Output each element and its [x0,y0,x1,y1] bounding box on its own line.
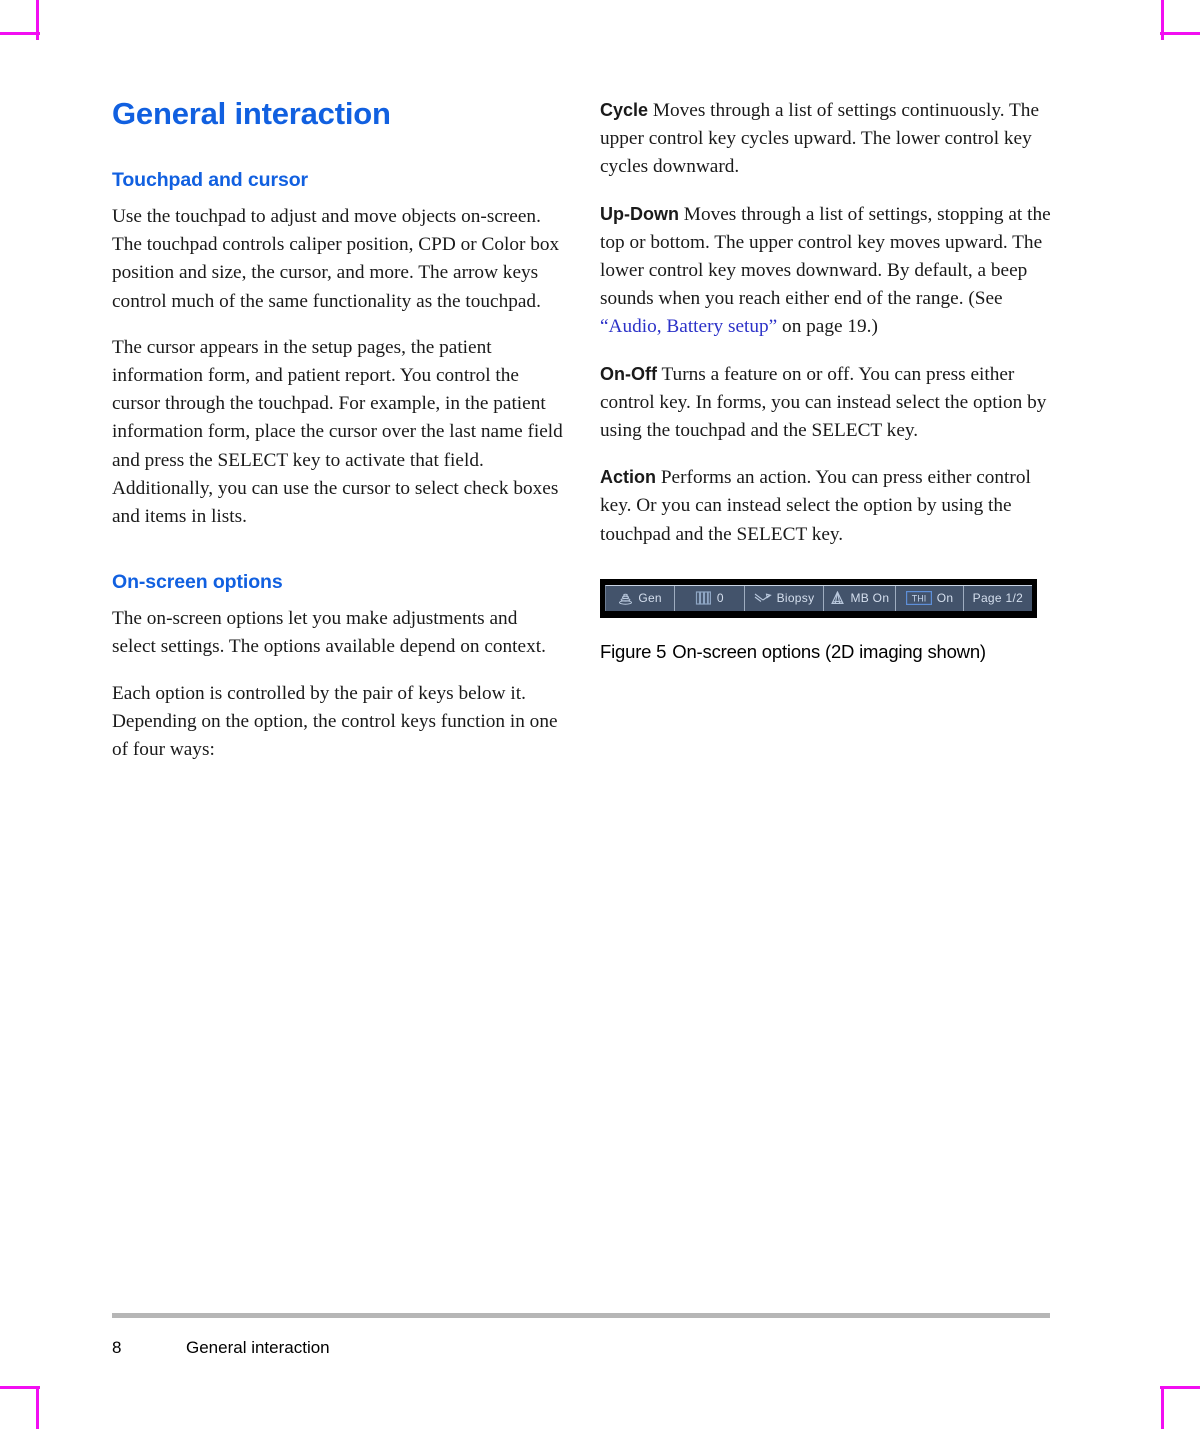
paragraph-onscreen-1: The on-screen options let you make adjus… [112,608,546,658]
biopsy-needle-icon [754,591,772,605]
definition-text-action: Performs an action. You can press either… [600,467,1031,545]
figure-5: Gen 0 Biopsy MB On THI On Page 1/2 Figur… [600,578,1052,664]
document-page: General interaction Touchpad and cursor … [0,0,1200,1429]
crop-mark-top-right-horizontal [1160,32,1200,35]
toolbar-cell-mb[interactable]: MB On [824,585,897,611]
toolbar-cell-page[interactable]: Page 1/2 [964,586,1032,611]
footer-section-title: General interaction [186,1338,330,1357]
definition-on-off: On-Off Turns a feature on or off. You ca… [600,360,1052,446]
onscreen-options-toolbar: Gen 0 Biopsy MB On THI On Page 1/2 [605,584,1032,611]
toolbar-label-mb: MB On [850,591,890,606]
figure-caption-text: On-screen options (2D imaging shown) [672,640,986,662]
figure-caption-number: Figure 5 [600,640,667,662]
figure-caption: Figure 5 On-screen options (2D imaging sh… [600,640,1052,664]
toolbar-label-biopsy: Biopsy [776,591,815,606]
paragraph-touchpad-1: Use the touchpad to adjust and move obje… [112,206,560,312]
onscreen-options-toolbar-image: Gen 0 Biopsy MB On THI On Page 1/2 [600,578,1037,618]
footer-divider [112,1313,1050,1318]
svg-text:THI: THI [911,594,926,604]
page-footer: 8 General interaction [112,1313,1050,1358]
definition-term-on-off: On-Off [600,363,657,384]
crop-mark-bottom-left-horizontal [0,1386,40,1389]
right-column: Cycle Moves through a list of settings c… [600,96,1052,664]
toolbar-cell-biopsy[interactable]: Biopsy [745,585,825,611]
definition-action: Action Performs an action. You can press… [600,463,1052,549]
section-heading-touchpad: Touchpad and cursor [112,169,309,191]
definition-term-action: Action [600,467,656,488]
definition-text-cycle: Moves through a list of settings continu… [600,100,1039,178]
definition-text-up-down-after: on page 19.) [777,316,878,338]
paragraph-onscreen-2: Each option is controlled by the pair of… [112,682,558,761]
toolbar-label-gen: Gen [638,591,662,606]
focal-zones-icon [695,591,712,605]
definition-term-up-down: Up-Down [600,203,679,224]
toolbar-cell-gen[interactable]: Gen [606,585,676,611]
definition-term-cycle: Cycle [600,100,649,120]
footer-page-number: 8 [112,1338,122,1357]
page-title: General interaction [112,96,391,131]
crop-mark-top-left-vertical [36,0,39,40]
cross-reference-audio-battery-setup[interactable]: “Audio, Battery setup” [600,316,777,337]
section-heading-onscreen-options: On-screen options [112,571,283,594]
crop-mark-bottom-left-vertical [36,1389,39,1429]
definition-up-down: Up-Down Moves through a list of settings… [600,200,1052,342]
toolbar-label-thi: On [936,591,954,606]
crop-mark-top-right-vertical [1161,0,1164,40]
definition-cycle: Cycle Moves through a list of settings c… [600,96,1052,182]
footer-content: 8 General interaction [112,1338,1050,1358]
left-column: General interaction Touchpad and cursor … [112,96,564,764]
thi-badge-icon: THI [905,591,932,606]
crop-mark-bottom-right-horizontal [1160,1386,1200,1389]
toolbar-label-focal-zones: 0 [716,591,724,606]
toolbar-label-page: Page 1/2 [972,591,1024,606]
definition-text-on-off: Turns a feature on or off. You can press… [600,363,1047,442]
crop-mark-top-left-horizontal [0,32,40,35]
toolbar-cell-thi[interactable]: THI On [896,585,964,611]
transducer-cone-icon [618,591,633,606]
paragraph-touchpad-2: The cursor appears in the setup pages, t… [112,336,563,528]
toolbar-cell-focal-zones[interactable]: 0 [675,585,745,611]
crop-mark-bottom-right-vertical [1161,1389,1164,1429]
multibeam-icon [830,591,845,605]
